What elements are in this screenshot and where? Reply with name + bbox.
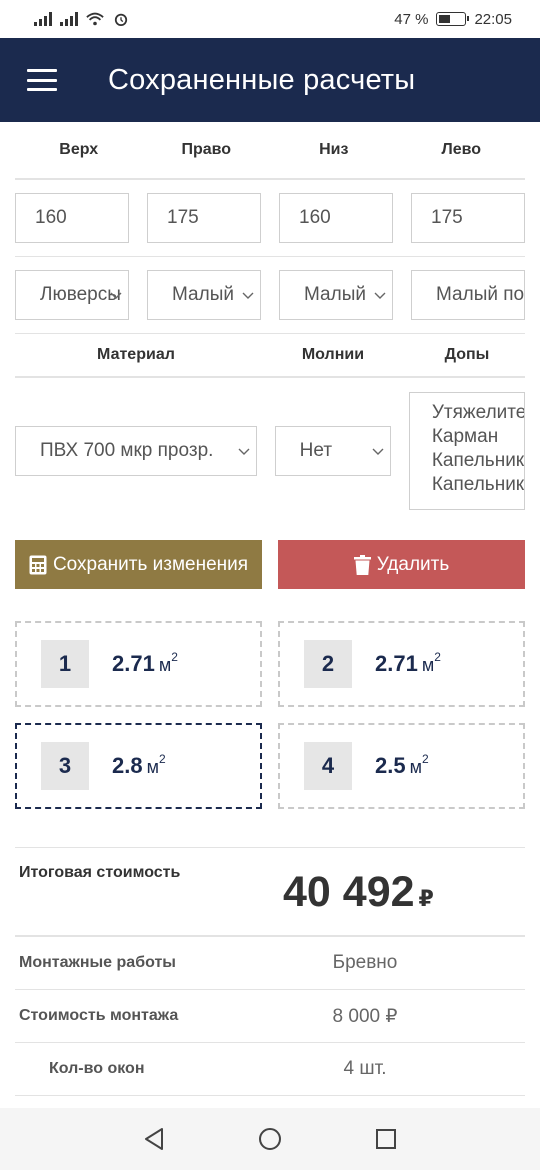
recents-icon[interactable] [373, 1126, 399, 1152]
chevron-down-icon [372, 448, 384, 455]
window-area: 2.71 м2 [112, 650, 178, 676]
menu-icon[interactable] [27, 69, 57, 91]
materials-labels: Материал Молнии Допы [15, 334, 525, 378]
calculator-icon [29, 555, 47, 575]
extras-item[interactable]: Капельник [432, 449, 524, 473]
window-area: 2.8 м2 [112, 752, 166, 778]
info-label: Кол-во окон [49, 1060, 145, 1077]
info-row-window-count: Кол-во окон 4 шт. [15, 1043, 525, 1096]
info-label: Монтажные работы [19, 954, 176, 971]
window-area: 2.71 м2 [375, 650, 441, 676]
info-label: Стоимость монтажа [19, 1007, 179, 1024]
left-input[interactable]: 175 [411, 193, 525, 243]
fastener-selects: Люверсы Малый Малый Малый по [15, 257, 525, 334]
label-material: Материал [97, 346, 175, 363]
battery-icon [436, 12, 470, 26]
label-zippers: Молнии [301, 346, 365, 363]
left-fastener-value: Малый по [436, 284, 524, 305]
bottom-input[interactable]: 160 [279, 193, 393, 243]
top-fastener-select[interactable]: Люверсы [15, 270, 129, 320]
window-card-4[interactable]: 4 2.5 м2 [278, 723, 525, 809]
clock: 22:05 [474, 10, 512, 28]
content: Верх Право Низ Лево 160 175 160 175 Люве… [15, 122, 525, 1096]
left-fastener-select[interactable]: Малый по [411, 270, 525, 320]
zippers-select[interactable]: Нет [274, 426, 391, 476]
material-value: ПВХ 700 мкр прозр. [40, 440, 214, 461]
window-number: 1 [41, 640, 89, 688]
signal-icon [34, 12, 52, 26]
extras-item[interactable]: Капельник [432, 473, 524, 497]
wifi-icon [86, 12, 104, 26]
app-header: Сохраненные расчеты [0, 38, 540, 122]
alarm-icon [114, 13, 128, 26]
info-value: Бревно [332, 952, 398, 973]
window-number: 3 [41, 742, 89, 790]
extras-item[interactable]: Карман [432, 425, 524, 449]
back-icon[interactable] [141, 1126, 167, 1152]
right-fastener-select[interactable]: Малый [147, 270, 261, 320]
total-value: 40 492 ₽ [283, 868, 434, 916]
delete-button[interactable]: Удалить [278, 540, 525, 589]
info-row-installation: Монтажные работы Бревно [15, 937, 525, 990]
info-value: 8 000 ₽ [332, 1005, 398, 1027]
status-bar: 47 % 22:05 [0, 0, 540, 38]
label-left: Лево [441, 141, 482, 158]
window-number: 2 [304, 640, 352, 688]
page-title: Сохраненные расчеты [108, 63, 416, 96]
extras-listbox[interactable]: Утяжелитель Карман Капельник Капельник [408, 392, 525, 510]
home-icon[interactable] [257, 1126, 283, 1152]
right-input[interactable]: 175 [147, 193, 261, 243]
top-input[interactable]: 160 [15, 193, 129, 243]
materials-row: ПВХ 700 мкр прозр. Нет Утяжелитель Карма… [15, 378, 525, 524]
trash-icon [353, 554, 371, 575]
system-nav-bar [0, 1108, 540, 1170]
window-card-1[interactable]: 1 2.71 м2 [15, 621, 262, 707]
info-value: 4 шт. [343, 1058, 387, 1079]
extras-item[interactable]: Утяжелитель [432, 401, 524, 425]
battery-percent: 47 % [394, 10, 429, 28]
chevron-down-icon [238, 448, 250, 455]
bottom-fastener-select[interactable]: Малый [279, 270, 393, 320]
total-section: Итоговая стоимость 40 492 ₽ [15, 847, 525, 937]
save-changes-button[interactable]: Сохранить изменения [15, 540, 262, 589]
delete-label: Удалить [376, 553, 450, 575]
chevron-down-icon [374, 292, 386, 299]
action-buttons: Сохранить изменения Удалить [15, 540, 525, 589]
info-row-install-cost: Стоимость монтажа 8 000 ₽ [15, 990, 525, 1043]
window-card-3[interactable]: 3 2.8 м2 [15, 723, 262, 809]
label-right: Право [181, 141, 232, 158]
label-top: Верх [59, 141, 99, 158]
signal-icon-2 [60, 12, 78, 26]
sides-inputs: 160 175 160 175 [15, 180, 525, 257]
chevron-down-icon [110, 292, 122, 299]
label-extras: Допы [444, 346, 490, 363]
sides-labels: Верх Право Низ Лево [15, 122, 525, 180]
window-card-2[interactable]: 2 2.71 м2 [278, 621, 525, 707]
status-icons-left [34, 12, 130, 26]
window-area: 2.5 м2 [375, 752, 429, 778]
material-select[interactable]: ПВХ 700 мкр прозр. [15, 426, 257, 476]
label-bottom: Низ [319, 141, 349, 158]
window-number: 4 [304, 742, 352, 790]
save-changes-label: Сохранить изменения [52, 553, 249, 575]
total-label: Итоговая стоимость [19, 864, 181, 881]
window-cards: 1 2.71 м2 2 2.71 м2 3 2.8 м2 4 2.5 м2 [15, 621, 525, 809]
chevron-down-icon [242, 292, 254, 299]
